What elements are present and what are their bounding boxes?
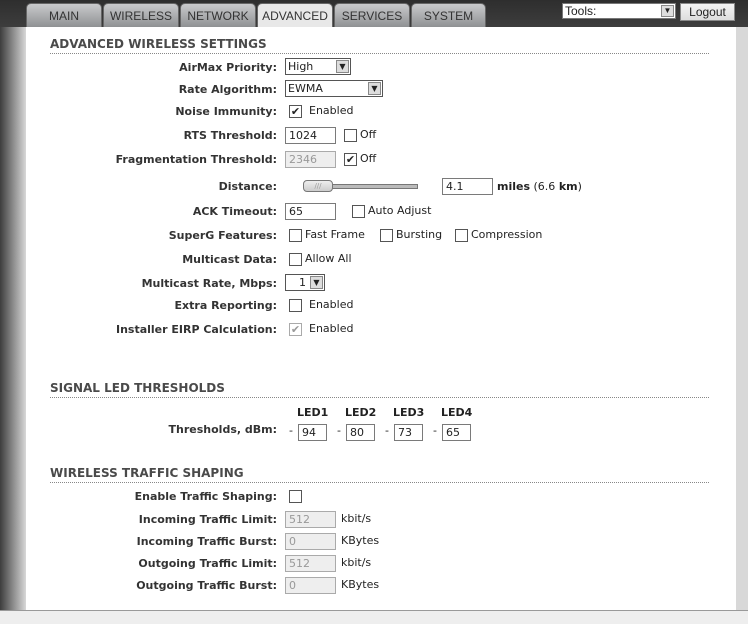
- eirp-checkbox[interactable]: ✔: [289, 323, 302, 336]
- noise-enabled-text: Enabled: [309, 104, 354, 117]
- chevron-down-icon: ▼: [661, 5, 674, 17]
- led2-input[interactable]: 80: [346, 424, 375, 441]
- tab-system[interactable]: SYSTEM: [411, 3, 486, 27]
- multicast-rate-select[interactable]: 1 ▼: [285, 274, 325, 291]
- tools-label: Tools:: [565, 4, 597, 18]
- led2-header: LED2: [345, 406, 377, 419]
- logout-button[interactable]: Logout: [680, 3, 735, 21]
- incoming-burst-label: Incoming Traffic Burst:: [136, 535, 277, 548]
- led3-header: LED3: [393, 406, 425, 419]
- bursting-label: Bursting: [396, 228, 443, 241]
- outgoing-limit-label: Outgoing Traffic Limit:: [138, 557, 277, 570]
- rts-threshold-input[interactable]: 1024: [285, 127, 336, 144]
- outgoing-burst-input[interactable]: 0: [285, 577, 336, 594]
- dash: -: [433, 424, 437, 437]
- auto-adjust-label: Auto Adjust: [368, 204, 432, 217]
- dash: -: [289, 424, 293, 437]
- frag-label: Fragmentation Threshold:: [115, 153, 277, 166]
- miles-text: miles: [497, 180, 531, 193]
- airmax-value: High: [288, 60, 314, 73]
- extra-enabled-text: Enabled: [309, 298, 354, 311]
- frag-off-checkbox[interactable]: ✔: [344, 153, 357, 166]
- allow-all-label: Allow All: [305, 252, 352, 265]
- tab-services[interactable]: SERVICES: [334, 3, 410, 27]
- incoming-burst-unit: KBytes: [341, 534, 380, 547]
- incoming-limit-unit: kbit/s: [341, 512, 372, 525]
- section-title-shaping: WIRELESS TRAFFIC SHAPING: [50, 466, 709, 483]
- extra-reporting-checkbox[interactable]: [289, 299, 302, 312]
- distance-slider-handle[interactable]: ///: [303, 180, 333, 192]
- outgoing-limit-unit: kbit/s: [341, 556, 372, 569]
- rts-label: RTS Threshold:: [183, 129, 277, 142]
- tab-main[interactable]: MAIN: [26, 3, 102, 27]
- incoming-limit-input[interactable]: 512: [285, 511, 336, 528]
- tab-wireless[interactable]: WIRELESS: [103, 3, 179, 27]
- distance-units: miles (6.6 km): [497, 180, 582, 193]
- rate-algorithm-select[interactable]: EWMA ▼: [285, 80, 383, 97]
- dash: -: [337, 424, 341, 437]
- outgoing-burst-label: Outgoing Traffic Burst:: [136, 579, 277, 592]
- noise-immunity-checkbox[interactable]: ✔: [289, 105, 302, 118]
- compression-checkbox[interactable]: [455, 229, 468, 242]
- chevron-down-icon: ▼: [368, 82, 381, 95]
- enable-shaping-checkbox[interactable]: [289, 490, 302, 503]
- footer-bar: [0, 610, 748, 624]
- auto-adjust-checkbox[interactable]: [352, 205, 365, 218]
- rts-off-checkbox[interactable]: [344, 129, 357, 142]
- tools-select[interactable]: Tools: ▼: [562, 3, 676, 19]
- eirp-enabled-text: Enabled: [309, 322, 354, 335]
- incoming-limit-label: Incoming Traffic Limit:: [138, 513, 277, 526]
- thresholds-label: Thresholds, dBm:: [168, 423, 277, 436]
- enable-shaping-label: Enable Traffic Shaping:: [134, 490, 277, 503]
- dash: -: [385, 424, 389, 437]
- section-title-led: SIGNAL LED THRESHOLDS: [50, 381, 709, 398]
- led1-input[interactable]: 94: [298, 424, 327, 441]
- led3-input[interactable]: 73: [394, 424, 423, 441]
- superg-label: SuperG Features:: [168, 229, 277, 242]
- content-panel: [26, 27, 736, 610]
- incoming-burst-input[interactable]: 0: [285, 533, 336, 550]
- airmax-label: AirMax Priority:: [179, 61, 277, 74]
- chevron-down-icon: ▼: [310, 276, 323, 289]
- frag-off-label: Off: [360, 152, 377, 165]
- rate-value: EWMA: [288, 82, 323, 95]
- led1-header: LED1: [297, 406, 329, 419]
- ack-timeout-input[interactable]: 65: [285, 203, 336, 220]
- fast-frame-checkbox[interactable]: [289, 229, 302, 242]
- fast-frame-label: Fast Frame: [305, 228, 365, 241]
- eirp-label: Installer EIRP Calculation:: [115, 323, 277, 336]
- airmax-priority-select[interactable]: High ▼: [285, 58, 351, 75]
- outgoing-limit-input[interactable]: 512: [285, 555, 336, 572]
- multicast-label: Multicast Data:: [182, 253, 277, 266]
- noise-label: Noise Immunity:: [175, 105, 277, 118]
- outgoing-burst-unit: KBytes: [341, 578, 380, 591]
- chevron-down-icon: ▼: [336, 60, 349, 73]
- led4-input[interactable]: 65: [442, 424, 471, 441]
- km-text: km: [558, 180, 578, 193]
- allow-all-checkbox[interactable]: [289, 253, 302, 266]
- distance-input[interactable]: 4.1: [442, 178, 493, 195]
- tab-network[interactable]: NETWORK: [180, 3, 256, 27]
- tab-advanced[interactable]: ADVANCED: [257, 3, 333, 27]
- ack-label: ACK Timeout:: [192, 205, 277, 218]
- extra-label: Extra Reporting:: [174, 299, 277, 312]
- compression-label: Compression: [471, 228, 543, 241]
- distance-slider-track[interactable]: [330, 184, 418, 189]
- mrate-label: Multicast Rate, Mbps:: [141, 277, 277, 290]
- mrate-value: 1: [299, 276, 306, 289]
- bursting-checkbox[interactable]: [380, 229, 393, 242]
- rate-label: Rate Algorithm:: [178, 83, 277, 96]
- distance-label: Distance:: [218, 180, 277, 193]
- km-open: (6.6: [533, 180, 559, 193]
- km-close: ): [577, 180, 582, 193]
- fragmentation-threshold-input[interactable]: 2346: [285, 151, 336, 168]
- section-title-advanced: ADVANCED WIRELESS SETTINGS: [50, 37, 709, 54]
- rts-off-label: Off: [360, 128, 377, 141]
- led4-header: LED4: [441, 406, 473, 419]
